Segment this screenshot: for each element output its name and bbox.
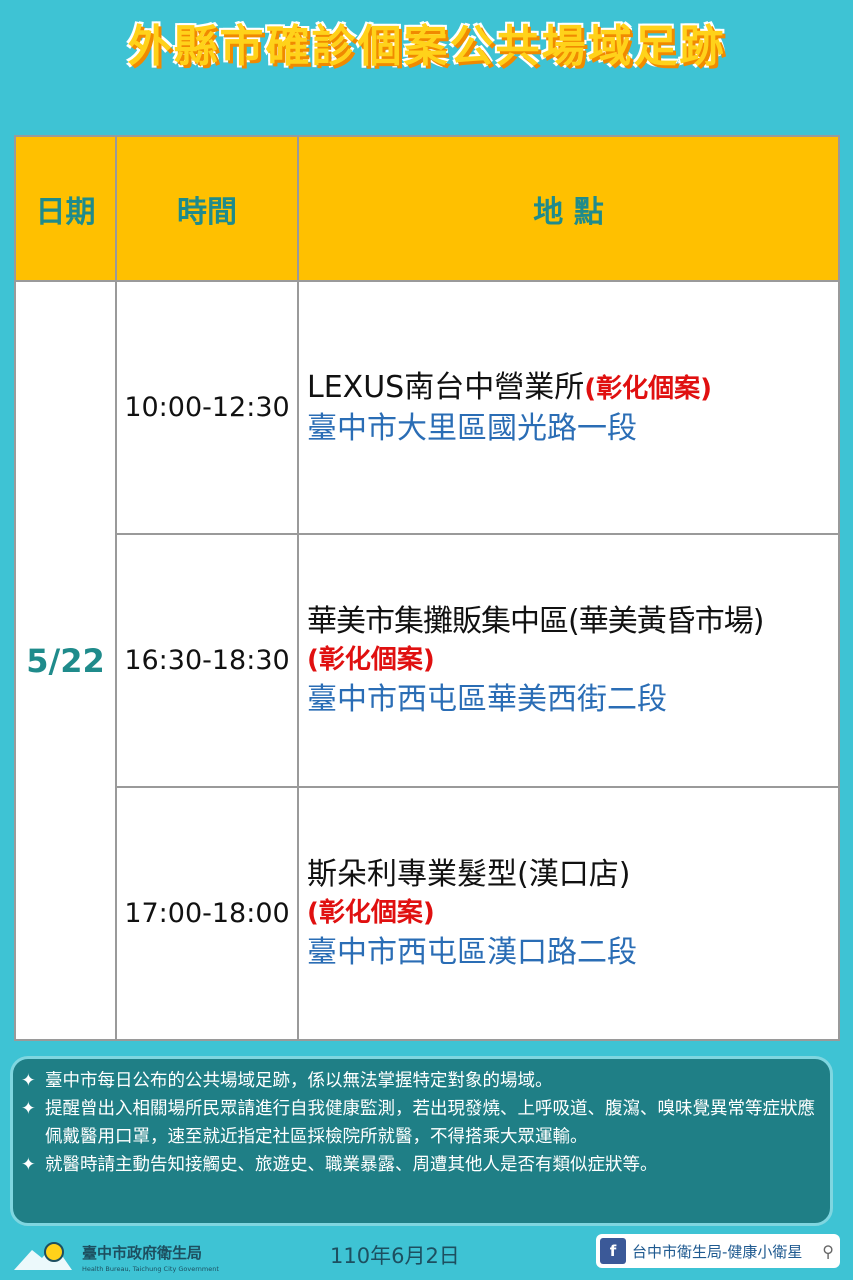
table-row: 5/22 10:00-12:30 LEXUS南台中營業所(彰化個案) 臺中市大里… [14, 280, 840, 1041]
note-text: 就醫時請主動告知接觸史、旅遊史、職業暴露、周遭其他人是否有類似症狀等。 [45, 1155, 658, 1175]
org-name-en: Health Bureau, Taichung City Government [82, 1265, 219, 1273]
star-bullet-icon: ✦ [21, 1071, 36, 1091]
health-bureau-logo: 臺中市政府衛生局 Health Bureau, Taichung City Go… [12, 1236, 262, 1276]
time-cell: 10:00-12:30 [115, 280, 299, 535]
org-name: 臺中市政府衛生局 [82, 1244, 202, 1262]
place-address: 臺中市西屯區華美西街二段 [307, 682, 667, 717]
place-cell: 華美市集攤販集中區(華美黃昏市場) (彰化個案) 臺中市西屯區華美西街二段 [297, 533, 840, 788]
place-address: 臺中市大里區國光路一段 [307, 410, 637, 446]
note-item: ✦ 提醒曾出入相關場所民眾請進行自我健康監測，若出現發燒、上呼吸道、腹瀉、嗅味覺… [21, 1095, 822, 1151]
logo-emblem-icon: 臺中市政府衛生局 Health Bureau, Taichung City Go… [14, 1242, 219, 1273]
date-cell: 5/22 [14, 280, 117, 1041]
star-bullet-icon: ✦ [21, 1155, 36, 1175]
header-time: 時間 [115, 135, 299, 282]
table-row: 17:00-18:00 斯朵利專業髮型(漢口店) (彰化個案) 臺中市西屯區漢口… [15, 786, 840, 1041]
header-place: 地 點 [297, 135, 840, 282]
place-name: 斯朵利專業髮型(漢口店) [307, 857, 631, 892]
place-cell: LEXUS南台中營業所(彰化個案) 臺中市大里區國光路一段 [297, 280, 840, 535]
note-text: 臺中市每日公布的公共場域足跡，係以無法掌握特定對象的場域。 [45, 1071, 553, 1091]
time-cell: 16:30-18:30 [115, 533, 299, 788]
page-title: 外縣市確診個案公共場域足跡 [127, 21, 726, 72]
publish-date: 110年6月2日 [330, 1244, 460, 1268]
facebook-link[interactable]: f 台中市衛生局-健康小衛星 ⚲ [596, 1234, 840, 1268]
table-header-row: 日期 時間 地 點 [14, 135, 840, 282]
place-name: LEXUS南台中營業所 [307, 369, 585, 405]
search-icon[interactable]: ⚲ [822, 1242, 834, 1261]
footprint-table: 日期 時間 地 點 5/22 10:00-12:30 LEXUS南台中營業所(彰… [14, 135, 840, 1041]
place-address: 臺中市西屯區漢口路二段 [307, 935, 637, 970]
notes-panel: ✦ 臺中市每日公布的公共場域足跡，係以無法掌握特定對象的場域。 ✦ 提醒曾出入相… [10, 1056, 833, 1226]
note-text: 提醒曾出入相關場所民眾請進行自我健康監測，若出現發燒、上呼吸道、腹瀉、嗅味覺異常… [45, 1099, 815, 1147]
note-item: ✦ 臺中市每日公布的公共場域足跡，係以無法掌握特定對象的場域。 [21, 1067, 822, 1095]
star-bullet-icon: ✦ [21, 1099, 36, 1119]
note-item: ✦ 就醫時請主動告知接觸史、旅遊史、職業暴露、周遭其他人是否有類似症狀等。 [21, 1151, 822, 1179]
time-cell: 17:00-18:00 [115, 786, 299, 1041]
header-date: 日期 [14, 135, 117, 282]
facebook-label: 台中市衛生局-健康小衛星 [632, 1242, 803, 1261]
case-tag: (彰化個案) [307, 645, 435, 675]
table-row: 16:30-18:30 華美市集攤販集中區(華美黃昏市場) (彰化個案) 臺中市… [15, 533, 840, 788]
facebook-icon: f [600, 1238, 626, 1264]
case-tag: (彰化個案) [307, 898, 435, 928]
case-tag: (彰化個案) [584, 373, 713, 404]
place-cell: 斯朵利專業髮型(漢口店) (彰化個案) 臺中市西屯區漢口路二段 [297, 786, 840, 1041]
place-name: 華美市集攤販集中區(華美黃昏市場) [307, 604, 764, 639]
